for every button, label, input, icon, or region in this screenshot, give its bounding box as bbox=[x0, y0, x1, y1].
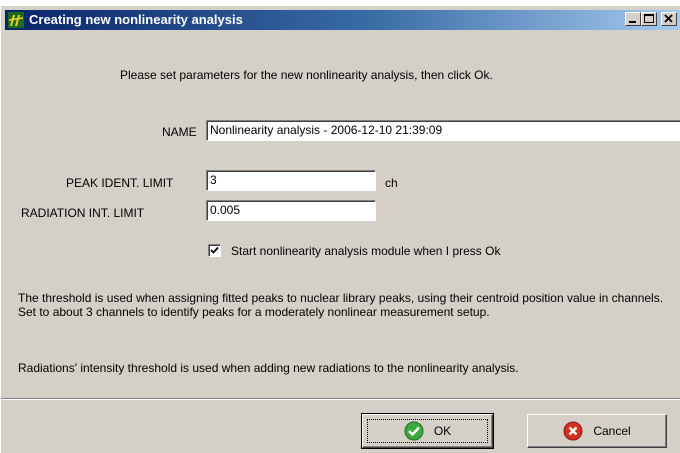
instructions-text: Please set parameters for the new nonlin… bbox=[120, 68, 493, 82]
peak-ident-limit-input[interactable]: 3 bbox=[206, 170, 376, 191]
title-bar[interactable]: Creating new nonlinearity analysis bbox=[5, 10, 680, 30]
maximize-button[interactable] bbox=[641, 12, 657, 26]
close-button[interactable] bbox=[661, 12, 677, 26]
radiation-help-text: Radiations' intensity threshold is used … bbox=[18, 361, 519, 375]
ok-button[interactable]: OK bbox=[361, 413, 494, 449]
name-label: NAME bbox=[162, 125, 197, 139]
dialog-window: Creating new nonlinearity analysis Pleas… bbox=[0, 5, 680, 453]
start-module-checkbox[interactable] bbox=[208, 244, 221, 257]
app-icon bbox=[8, 12, 24, 28]
checkmark-icon bbox=[210, 246, 219, 254]
threshold-help-text: The threshold is used when assigning fit… bbox=[18, 291, 664, 319]
maximize-icon bbox=[644, 14, 654, 23]
cancel-x-icon bbox=[563, 421, 583, 441]
minimize-button[interactable] bbox=[625, 12, 641, 26]
start-module-label[interactable]: Start nonlinearity analysis module when … bbox=[231, 244, 500, 258]
ok-label: OK bbox=[433, 424, 452, 438]
close-icon bbox=[664, 14, 673, 23]
window-title: Creating new nonlinearity analysis bbox=[29, 12, 243, 27]
minimize-icon bbox=[629, 21, 636, 23]
radiation-int-limit-input[interactable]: 0.005 bbox=[206, 200, 376, 221]
ok-check-icon bbox=[404, 421, 424, 441]
cancel-label: Cancel bbox=[593, 424, 631, 438]
peak-unit-label: ch bbox=[385, 176, 398, 190]
cancel-button[interactable]: Cancel bbox=[527, 414, 667, 448]
name-input[interactable]: Nonlinearity analysis - 2006-12-10 21:39… bbox=[206, 120, 680, 141]
peak-ident-limit-label: PEAK IDENT. LIMIT bbox=[66, 176, 174, 190]
radiation-int-limit-label: RADIATION INT. LIMIT bbox=[21, 206, 145, 220]
